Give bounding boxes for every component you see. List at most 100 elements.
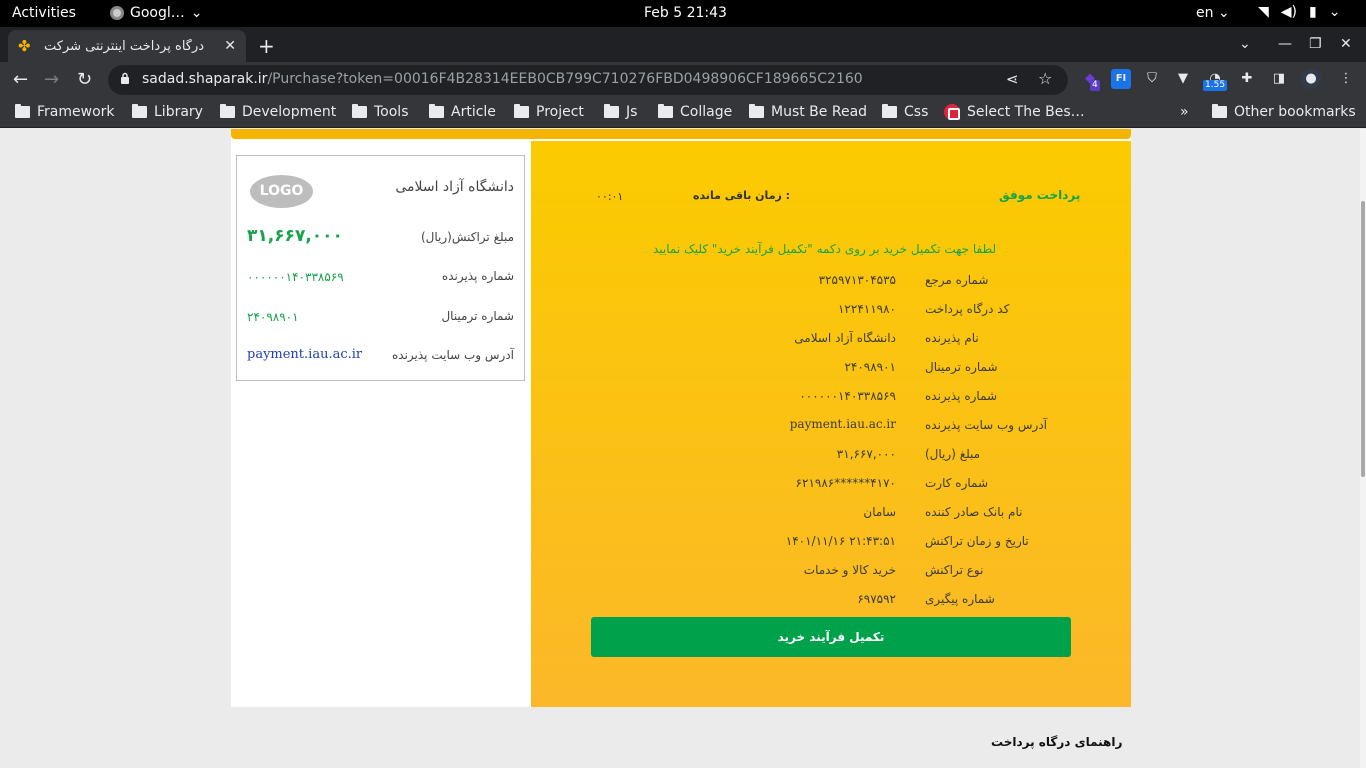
bookmark-label: Project xyxy=(536,104,584,120)
extensions-puzzle-icon[interactable]: ✚ xyxy=(1237,69,1257,89)
extension-fi-icon[interactable]: FI xyxy=(1111,69,1131,89)
language-indicator[interactable]: en ⌄ xyxy=(1196,5,1230,21)
language-label: en xyxy=(1196,5,1214,21)
extension-badge: 4 xyxy=(1090,80,1100,91)
row-label-gateway-code: کد درگاه پرداخت xyxy=(925,302,1010,316)
menu-kebab-icon[interactable]: ⋮ xyxy=(1336,69,1356,89)
row-value-terminal: ۲۴۰۹۸۹۰۱ xyxy=(844,360,896,374)
row-label-merchant-id: شماره پذیرنده xyxy=(925,389,998,403)
row-value-transaction-type: خرید کالا و خدمات xyxy=(803,563,896,577)
new-tab-button[interactable]: + xyxy=(258,34,275,58)
tab-search-icon[interactable]: ⌄ xyxy=(1239,36,1251,52)
folder-icon xyxy=(352,104,367,118)
bookmark-folder-tools[interactable]: Tools xyxy=(352,104,409,120)
scrollbar-thumb[interactable] xyxy=(1361,201,1365,477)
chevron-down-icon: ⌄ xyxy=(1328,4,1341,20)
browser-tab[interactable]: ✤ درگاه پرداخت اینترنتی شرکت ✕ xyxy=(8,30,246,62)
bookmark-folder-library[interactable]: Library xyxy=(132,104,203,120)
bookmark-star-icon[interactable]: ☆ xyxy=(1038,69,1052,88)
lock-icon xyxy=(121,72,129,84)
bookmark-label: Article xyxy=(451,104,496,120)
restore-button[interactable]: ❐ xyxy=(1309,36,1322,52)
bookmark-select-the-best[interactable]: Select The Bes… xyxy=(944,104,1085,120)
row-value-website: payment.iau.ac.ir xyxy=(789,417,896,431)
back-button[interactable]: ← xyxy=(13,69,28,90)
bookmark-folder-framework[interactable]: Framework xyxy=(15,104,115,120)
minimize-button[interactable]: — xyxy=(1278,36,1292,52)
row-value-merchant-id: ۰۰۰۰۰۰۱۴۰۳۳۸۵۶۹ xyxy=(799,389,896,403)
tab-title: درگاه پرداخت اینترنتی شرکت xyxy=(44,38,205,54)
row-label-issuer-bank: نام بانک صادر کننده xyxy=(925,505,1023,519)
system-tray[interactable]: ◥ ◀) ▮ ⌄ xyxy=(1258,4,1340,20)
folder-icon xyxy=(658,104,673,118)
remaining-time-label: زمان باقی مانده : xyxy=(693,189,791,202)
reload-button[interactable]: ↻ xyxy=(77,69,92,90)
row-label-terminal: شماره ترمینال xyxy=(925,360,998,374)
bookmark-folder-project[interactable]: Project xyxy=(514,104,584,120)
more-bookmarks-button[interactable]: » xyxy=(1180,104,1189,120)
row-value-issuer-bank: سامان xyxy=(863,505,896,519)
bookmark-folder-collage[interactable]: Collage xyxy=(658,104,732,120)
folder-icon xyxy=(1212,104,1227,118)
row-value-merchant-name: دانشگاه آزاد اسلامی xyxy=(794,331,896,345)
folder-icon xyxy=(514,104,529,118)
bookmark-label: Css xyxy=(904,104,929,120)
folder-icon xyxy=(220,104,235,118)
bookmark-folder-js[interactable]: Js xyxy=(604,104,637,120)
bookmark-folder-css[interactable]: Css xyxy=(882,104,928,120)
forward-button[interactable]: → xyxy=(44,69,59,90)
bookmark-label: Js xyxy=(626,104,638,120)
extension-shield-icon[interactable]: ⛉ xyxy=(1142,69,1162,89)
address-bar[interactable]: sadad.shaparak.ir/Purchase?token=00016F4… xyxy=(108,65,1068,95)
payment-status: پرداخت موفق xyxy=(999,188,1081,202)
bookmark-label: Other bookmarks xyxy=(1234,104,1356,120)
extension-vue-icon[interactable]: ▼ xyxy=(1173,69,1193,89)
folder-icon xyxy=(749,104,764,118)
bookmark-label: Framework xyxy=(37,104,115,120)
countdown-timer: ۰۰:۰۱ xyxy=(596,190,624,203)
complete-purchase-button[interactable]: تکمیل فرآیند خرید xyxy=(591,617,1071,657)
close-window-button[interactable]: ✕ xyxy=(1340,36,1352,52)
activities-button[interactable]: Activities xyxy=(12,5,76,21)
side-panel-icon[interactable]: ◨ xyxy=(1269,69,1289,89)
row-value-reference: ۳۲۵۹۷۱۳۰۴۵۳۵ xyxy=(818,273,896,287)
bookmark-label: Must Be Read xyxy=(771,104,868,120)
row-label-tracking: شماره پیگیری xyxy=(925,592,995,606)
merchant-summary-box: LOGO دانشگاه آزاد اسلامی مبلغ تراکنش(ریا… xyxy=(236,155,525,381)
row-value-gateway-code: ۱۲۲۴۱۱۹۸۰ xyxy=(837,302,896,316)
row-value-card-number: ۶۲۱۹۸۶******۴۱۷۰ xyxy=(795,476,896,490)
extension-fi-label: FI xyxy=(1115,73,1127,84)
merchant-name: دانشگاه آزاد اسلامی xyxy=(395,179,514,195)
bookmark-folder-must-be-read[interactable]: Must Be Read xyxy=(749,104,867,120)
profile-avatar[interactable]: ● xyxy=(1301,69,1321,89)
folder-icon xyxy=(429,104,444,118)
share-icon[interactable]: ⋖ xyxy=(1006,70,1019,88)
instruction-text: لطفا جهت تکمیل خرید بر روی دکمه "تکمیل ف… xyxy=(653,242,997,256)
website-label: آدرس وب سایت پذیرنده xyxy=(391,348,514,362)
app-menu[interactable]: Googl… ⌄ xyxy=(110,5,203,21)
merchant-logo: LOGO xyxy=(250,175,313,208)
row-label-amount: مبلغ (ریال) xyxy=(925,447,981,461)
chevron-double-right-icon: » xyxy=(1180,104,1189,120)
website-link[interactable]: payment.iau.ac.ir xyxy=(247,347,362,362)
row-label-datetime: تاریخ و زمان تراکنش xyxy=(925,534,1029,548)
url-text: sadad.shaparak.ir/Purchase?token=00016F4… xyxy=(142,71,863,87)
row-label-merchant-name: نام پذیرنده xyxy=(925,331,979,345)
clock[interactable]: Feb 5 21:43 xyxy=(644,5,727,21)
bookmark-folder-article[interactable]: Article xyxy=(429,104,496,120)
bookmarks-bar: Framework Library Development Tools Arti… xyxy=(0,98,1366,128)
row-label-reference: شماره مرجع xyxy=(925,273,989,287)
other-bookmarks-folder[interactable]: Other bookmarks xyxy=(1212,104,1356,120)
bookmark-folder-development[interactable]: Development xyxy=(220,104,336,120)
url-host: sadad.shaparak.ir xyxy=(142,71,268,87)
folder-icon xyxy=(15,104,30,118)
tab-close-icon[interactable]: ✕ xyxy=(224,38,236,54)
folder-icon xyxy=(604,104,619,118)
merchant-id-value: ۰۰۰۰۰۰۱۴۰۳۳۸۵۶۹ xyxy=(247,270,344,284)
extension-meter-icon[interactable]: ◔ 1.55 xyxy=(1203,69,1228,91)
folder-icon xyxy=(882,104,897,118)
amount-value: ۳۱,۶۶۷,۰۰۰ xyxy=(247,226,343,246)
row-label-website: آدرس وب سایت پذیرنده xyxy=(925,418,1048,432)
extension-purple-icon[interactable]: ◆ 4 xyxy=(1080,69,1100,91)
app-menu-label: Googl… xyxy=(130,5,185,21)
